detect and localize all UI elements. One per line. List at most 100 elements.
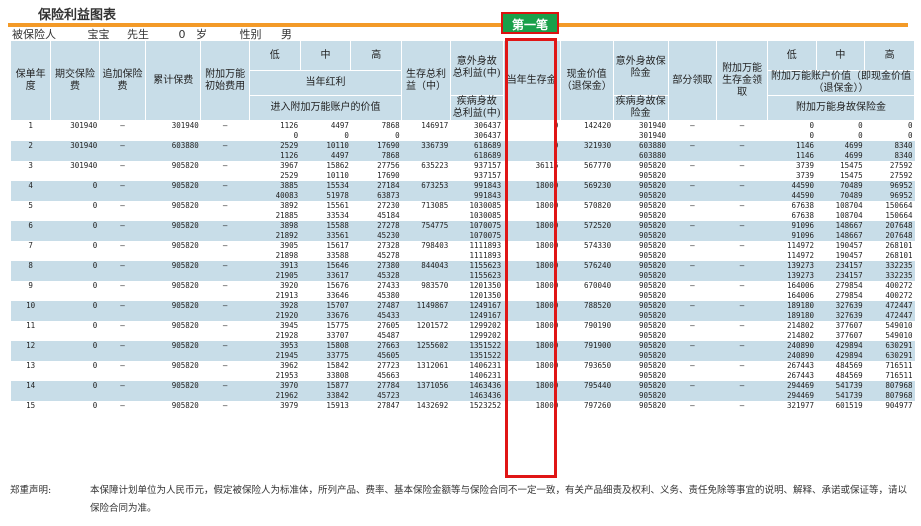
table-cell: 603880 [145, 141, 201, 151]
table-cell [560, 371, 614, 381]
table-cell: 15475 [816, 161, 865, 171]
table-cell: — [716, 181, 768, 191]
table-cell [503, 391, 561, 401]
table-cell: 576240 [560, 261, 614, 271]
table-cell: — [200, 341, 250, 351]
table-cell: 1351522 [450, 341, 504, 351]
table-cell: 905820 [613, 291, 669, 301]
table-cell: 1463436 [450, 381, 504, 391]
table-cell: — [668, 201, 717, 211]
table-cell [716, 211, 768, 221]
table-cell: 603880 [613, 151, 669, 161]
table-cell [50, 191, 100, 201]
table-cell: 1126 [249, 120, 301, 131]
table-row: 21892 33561 45230 1070075 905820 91096 148667 2… [10, 231, 915, 241]
table-cell: 541739 [816, 381, 865, 391]
table-cell: 27605 [350, 321, 402, 331]
table-cell: 905820 [145, 201, 201, 211]
table-cell [401, 211, 451, 221]
table-cell: 905820 [613, 401, 669, 411]
table-cell: 18000 [503, 301, 561, 311]
table-cell: 332235 [864, 271, 915, 281]
table-cell: 190457 [816, 251, 865, 261]
table-cell: — [99, 361, 146, 371]
table-cell: — [716, 221, 768, 231]
table-cell [716, 291, 768, 301]
table-row: 40083 51978 63873 991843 905820 44590 70489 969… [10, 191, 915, 201]
table-cell [10, 271, 51, 281]
table-cell [145, 151, 201, 161]
table-cell [99, 291, 146, 301]
table-cell: 18000 [503, 381, 561, 391]
table-cell: 0 [864, 120, 915, 131]
table-cell: 279854 [816, 291, 865, 301]
table-cell: 207648 [864, 221, 915, 231]
table-cell: — [99, 201, 146, 211]
table-cell: 905820 [145, 401, 201, 411]
table-cell: 7868 [350, 120, 402, 131]
table-row: 21905 33617 45328 1155623 905820 139273 234157… [10, 271, 915, 281]
page-title: 保险利益图表 [38, 8, 117, 23]
table-cell: 1155623 [450, 261, 504, 271]
col-account-mid: 中 [815, 40, 866, 71]
table-row: 8 0—905820—3913 15646 27380 844043 1155623 180… [10, 261, 915, 271]
table-cell [145, 311, 201, 321]
table-cell: — [200, 381, 250, 391]
table-cell: 8340 [864, 151, 915, 161]
table-cell: 1299202 [450, 321, 504, 331]
table-cell: 0 [50, 401, 100, 411]
table-cell: 10 [10, 301, 51, 311]
table-cell [668, 291, 717, 301]
table-cell: 301940 [50, 120, 100, 131]
table-cell: 27380 [350, 261, 402, 271]
table-cell: 27184 [350, 181, 402, 191]
table-cell: — [716, 341, 768, 351]
table-cell [145, 351, 201, 361]
table-cell: 150664 [864, 201, 915, 211]
table-cell: 0 [503, 141, 561, 151]
table-cell: 0 [50, 181, 100, 191]
table-cell [401, 391, 451, 401]
table-cell: 905820 [613, 241, 669, 251]
table-cell: — [668, 241, 717, 251]
table-cell [668, 251, 717, 261]
table-cell: 0 [816, 131, 865, 141]
table-cell: 1371056 [401, 381, 451, 391]
table-cell: 1312061 [401, 361, 451, 371]
table-cell [668, 151, 717, 161]
table-cell: 44590 [767, 181, 817, 191]
table-cell [50, 291, 100, 301]
first-policy-tag: 第一笔 [501, 12, 559, 34]
table-cell: 36116 [503, 161, 561, 171]
table-cell: 9 [10, 281, 51, 291]
table-cell: 164006 [767, 281, 817, 291]
table-cell: 13 [10, 361, 51, 371]
table-cell: 45723 [350, 391, 402, 401]
table-cell: 18000 [503, 221, 561, 231]
table-cell: 7868 [350, 151, 402, 161]
table-cell [716, 151, 768, 161]
table-cell: 18000 [503, 281, 561, 291]
table-cell: 905820 [613, 371, 669, 381]
col-accident-total: 意外身故总利益(中) [449, 40, 504, 96]
table-row: 5 0—905820—3892 15561 27230 713085 1030085 180… [10, 201, 915, 211]
table-row: 21945 33775 45605 1351522 905820 240890 429894… [10, 351, 915, 361]
table-cell: 332235 [864, 261, 915, 271]
table-cell [50, 231, 100, 241]
table-cell [401, 251, 451, 261]
table-cell [145, 391, 201, 401]
table-cell: 572520 [560, 221, 614, 231]
table-row: 1 301940—301940—1126 4497 7868 146917 306437 0… [10, 120, 915, 131]
table-cell: 15877 [300, 381, 351, 391]
table-cell: 4699 [816, 151, 865, 161]
table-cell: — [668, 341, 717, 351]
table-cell [716, 231, 768, 241]
table-cell [560, 391, 614, 401]
table-cell [401, 331, 451, 341]
table-cell: 70489 [816, 181, 865, 191]
table-cell: — [716, 381, 768, 391]
table-cell: 1523252 [450, 401, 504, 411]
col-account-low: 低 [766, 40, 817, 71]
table-cell: 905820 [613, 191, 669, 201]
table-cell: 400272 [864, 281, 915, 291]
